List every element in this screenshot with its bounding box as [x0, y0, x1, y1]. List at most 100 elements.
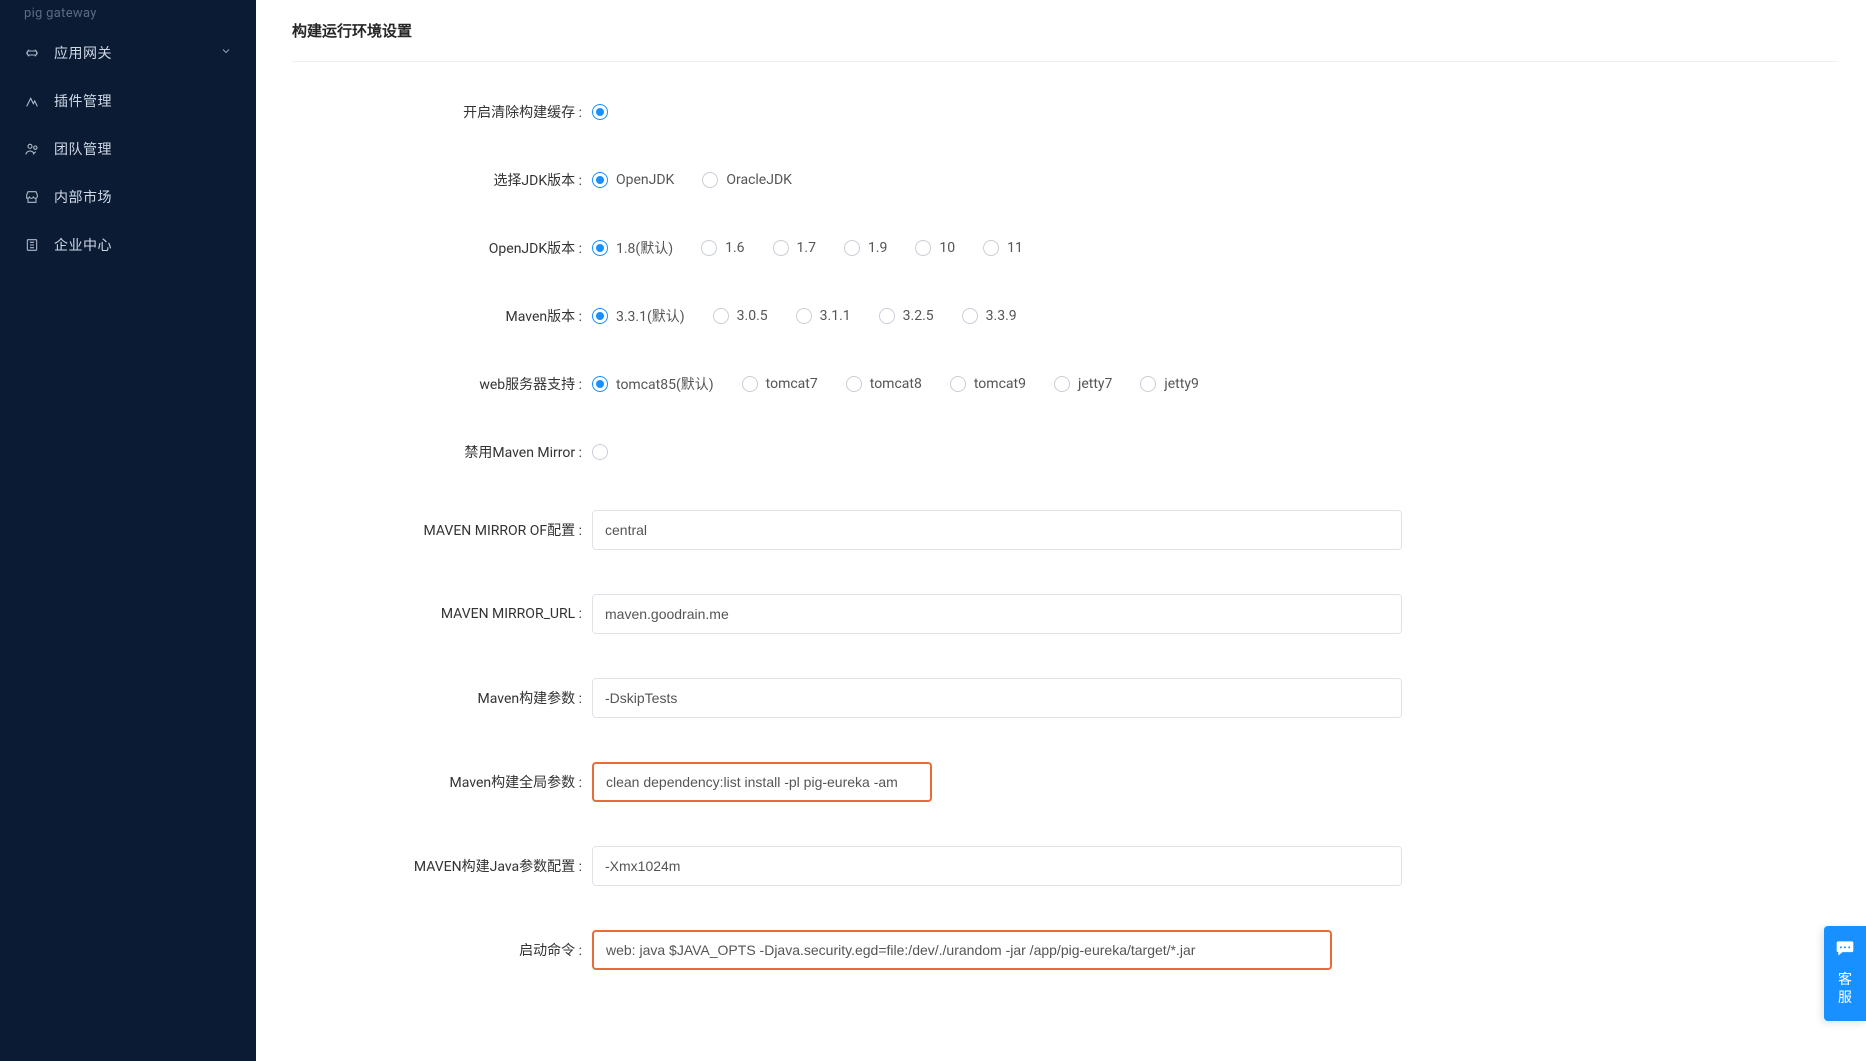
sidebar-item-enterprise[interactable]: 企业中心	[0, 221, 256, 269]
radio-label: 1.8(默认)	[616, 238, 673, 258]
radio-box-icon	[983, 240, 999, 256]
radio-box-icon	[592, 376, 608, 392]
input-maven-build-global-args[interactable]	[592, 762, 932, 802]
form-label: 启动命令 :	[292, 940, 592, 960]
support-label-2: 服	[1838, 989, 1852, 1007]
radio-label: jetty9	[1164, 376, 1198, 392]
radio-label: OpenJDK	[616, 172, 674, 188]
main-content: 构建运行环境设置 开启清除构建缓存 : 选择JDK版本 : OpenJDK Or…	[256, 0, 1866, 1061]
input-maven-java-args[interactable]	[592, 846, 1402, 886]
radio-tomcat85[interactable]: tomcat85(默认)	[592, 374, 714, 394]
form-label: MAVEN MIRROR_URL :	[292, 606, 592, 622]
radio-box-icon	[773, 240, 789, 256]
radio-label: tomcat9	[974, 376, 1026, 392]
form-control	[592, 444, 616, 460]
radio-box-icon	[846, 376, 862, 392]
radio-openjdk-17[interactable]: 1.7	[773, 240, 816, 256]
radio-clear-cache[interactable]	[592, 104, 616, 120]
form-row-maven-java-args: MAVEN构建Java参数配置 :	[292, 846, 1838, 886]
chevron-down-icon	[220, 45, 232, 61]
radio-openjdk-19[interactable]: 1.9	[844, 240, 887, 256]
radio-label: tomcat85(默认)	[616, 374, 714, 394]
input-mirror-url[interactable]	[592, 594, 1402, 634]
radio-box-icon	[592, 308, 608, 324]
sidebar-item-label: 应用网关	[54, 43, 220, 63]
enterprise-icon	[24, 237, 40, 253]
radio-box-icon	[742, 376, 758, 392]
form-control	[592, 930, 1332, 970]
form-label: Maven构建全局参数 :	[292, 772, 592, 792]
sidebar-item-label: 内部市场	[54, 187, 232, 207]
radio-jetty7[interactable]: jetty7	[1054, 376, 1112, 392]
form-control	[592, 594, 1402, 634]
form-row-jdk-version: 选择JDK版本 : OpenJDK OracleJDK	[292, 170, 1838, 190]
radio-openjdk-11[interactable]: 11	[983, 240, 1023, 256]
radio-label: 1.9	[868, 240, 887, 256]
radio-box-icon	[713, 308, 729, 324]
form-label: 选择JDK版本 :	[292, 170, 592, 190]
radio-label: 3.3.9	[986, 308, 1017, 324]
radio-label: 3.1.1	[820, 308, 851, 324]
sidebar-item-label: 团队管理	[54, 139, 232, 159]
chat-icon	[1835, 938, 1855, 963]
sidebar-item-plugin[interactable]: 插件管理	[0, 77, 256, 125]
form-control	[592, 846, 1402, 886]
radio-box-icon	[950, 376, 966, 392]
radio-openjdk[interactable]: OpenJDK	[592, 172, 674, 188]
sidebar-item-label: 企业中心	[54, 235, 232, 255]
page-title: 构建运行环境设置	[292, 16, 1838, 62]
radio-box-icon	[592, 172, 608, 188]
radio-disable-mirror[interactable]	[592, 444, 616, 460]
sidebar: pig gateway 应用网关 插件管理 团队管理	[0, 0, 256, 1061]
radio-maven-331[interactable]: 3.3.1(默认)	[592, 306, 685, 326]
form-control	[592, 104, 616, 120]
form-control: OpenJDK OracleJDK	[592, 172, 792, 188]
sidebar-item-gateway[interactable]: 应用网关	[0, 29, 256, 77]
radio-label: 3.3.1(默认)	[616, 306, 685, 326]
radio-oraclejdk[interactable]: OracleJDK	[702, 172, 792, 188]
radio-label: 10	[939, 240, 955, 256]
form-control	[592, 762, 932, 802]
form-label: MAVEN构建Java参数配置 :	[292, 856, 592, 876]
radio-jetty9[interactable]: jetty9	[1140, 376, 1198, 392]
radio-box-icon	[1054, 376, 1070, 392]
form-control: 3.3.1(默认) 3.0.5 3.1.1 3.2.5 3.3.9	[592, 306, 1017, 326]
form-label: 开启清除构建缓存 :	[292, 102, 592, 122]
radio-box-icon	[879, 308, 895, 324]
input-start-cmd[interactable]	[592, 930, 1332, 970]
form-control: tomcat85(默认) tomcat7 tomcat8 tomcat9 jet…	[592, 374, 1199, 394]
form-row-openjdk-version: OpenJDK版本 : 1.8(默认) 1.6 1.7 1.9	[292, 238, 1838, 258]
form-control: 1.8(默认) 1.6 1.7 1.9 10	[592, 238, 1023, 258]
sidebar-item-team[interactable]: 团队管理	[0, 125, 256, 173]
radio-label: 1.7	[797, 240, 816, 256]
sidebar-item-market[interactable]: 内部市场	[0, 173, 256, 221]
support-tab[interactable]: 客 服	[1824, 926, 1866, 1021]
radio-openjdk-16[interactable]: 1.6	[701, 240, 744, 256]
radio-tomcat7[interactable]: tomcat7	[742, 376, 818, 392]
sidebar-breadcrumb: pig gateway	[0, 2, 256, 29]
radio-label: OracleJDK	[726, 172, 792, 188]
form-control	[592, 510, 1402, 550]
radio-maven-311[interactable]: 3.1.1	[796, 308, 851, 324]
form-row-maven-version: Maven版本 : 3.3.1(默认) 3.0.5 3.1.1 3.2.5	[292, 306, 1838, 326]
radio-maven-305[interactable]: 3.0.5	[713, 308, 768, 324]
input-maven-build-args[interactable]	[592, 678, 1402, 718]
radio-maven-325[interactable]: 3.2.5	[879, 308, 934, 324]
radio-openjdk-18[interactable]: 1.8(默认)	[592, 238, 673, 258]
form-row-start-cmd: 启动命令 :	[292, 930, 1838, 970]
radio-tomcat8[interactable]: tomcat8	[846, 376, 922, 392]
radio-openjdk-10[interactable]: 10	[915, 240, 955, 256]
plugin-icon	[24, 93, 40, 109]
radio-maven-339[interactable]: 3.3.9	[962, 308, 1017, 324]
radio-tomcat9[interactable]: tomcat9	[950, 376, 1026, 392]
form-row-mirror-url: MAVEN MIRROR_URL :	[292, 594, 1838, 634]
form-row-maven-build-args: Maven构建参数 :	[292, 678, 1838, 718]
form-label: web服务器支持 :	[292, 374, 592, 394]
radio-box-icon	[592, 444, 608, 460]
form-label: 禁用Maven Mirror :	[292, 442, 592, 462]
form-row-mirror-of: MAVEN MIRROR OF配置 :	[292, 510, 1838, 550]
radio-box-icon	[701, 240, 717, 256]
sidebar-item-label: 插件管理	[54, 91, 232, 111]
input-mirror-of[interactable]	[592, 510, 1402, 550]
radio-box-icon	[592, 104, 608, 120]
